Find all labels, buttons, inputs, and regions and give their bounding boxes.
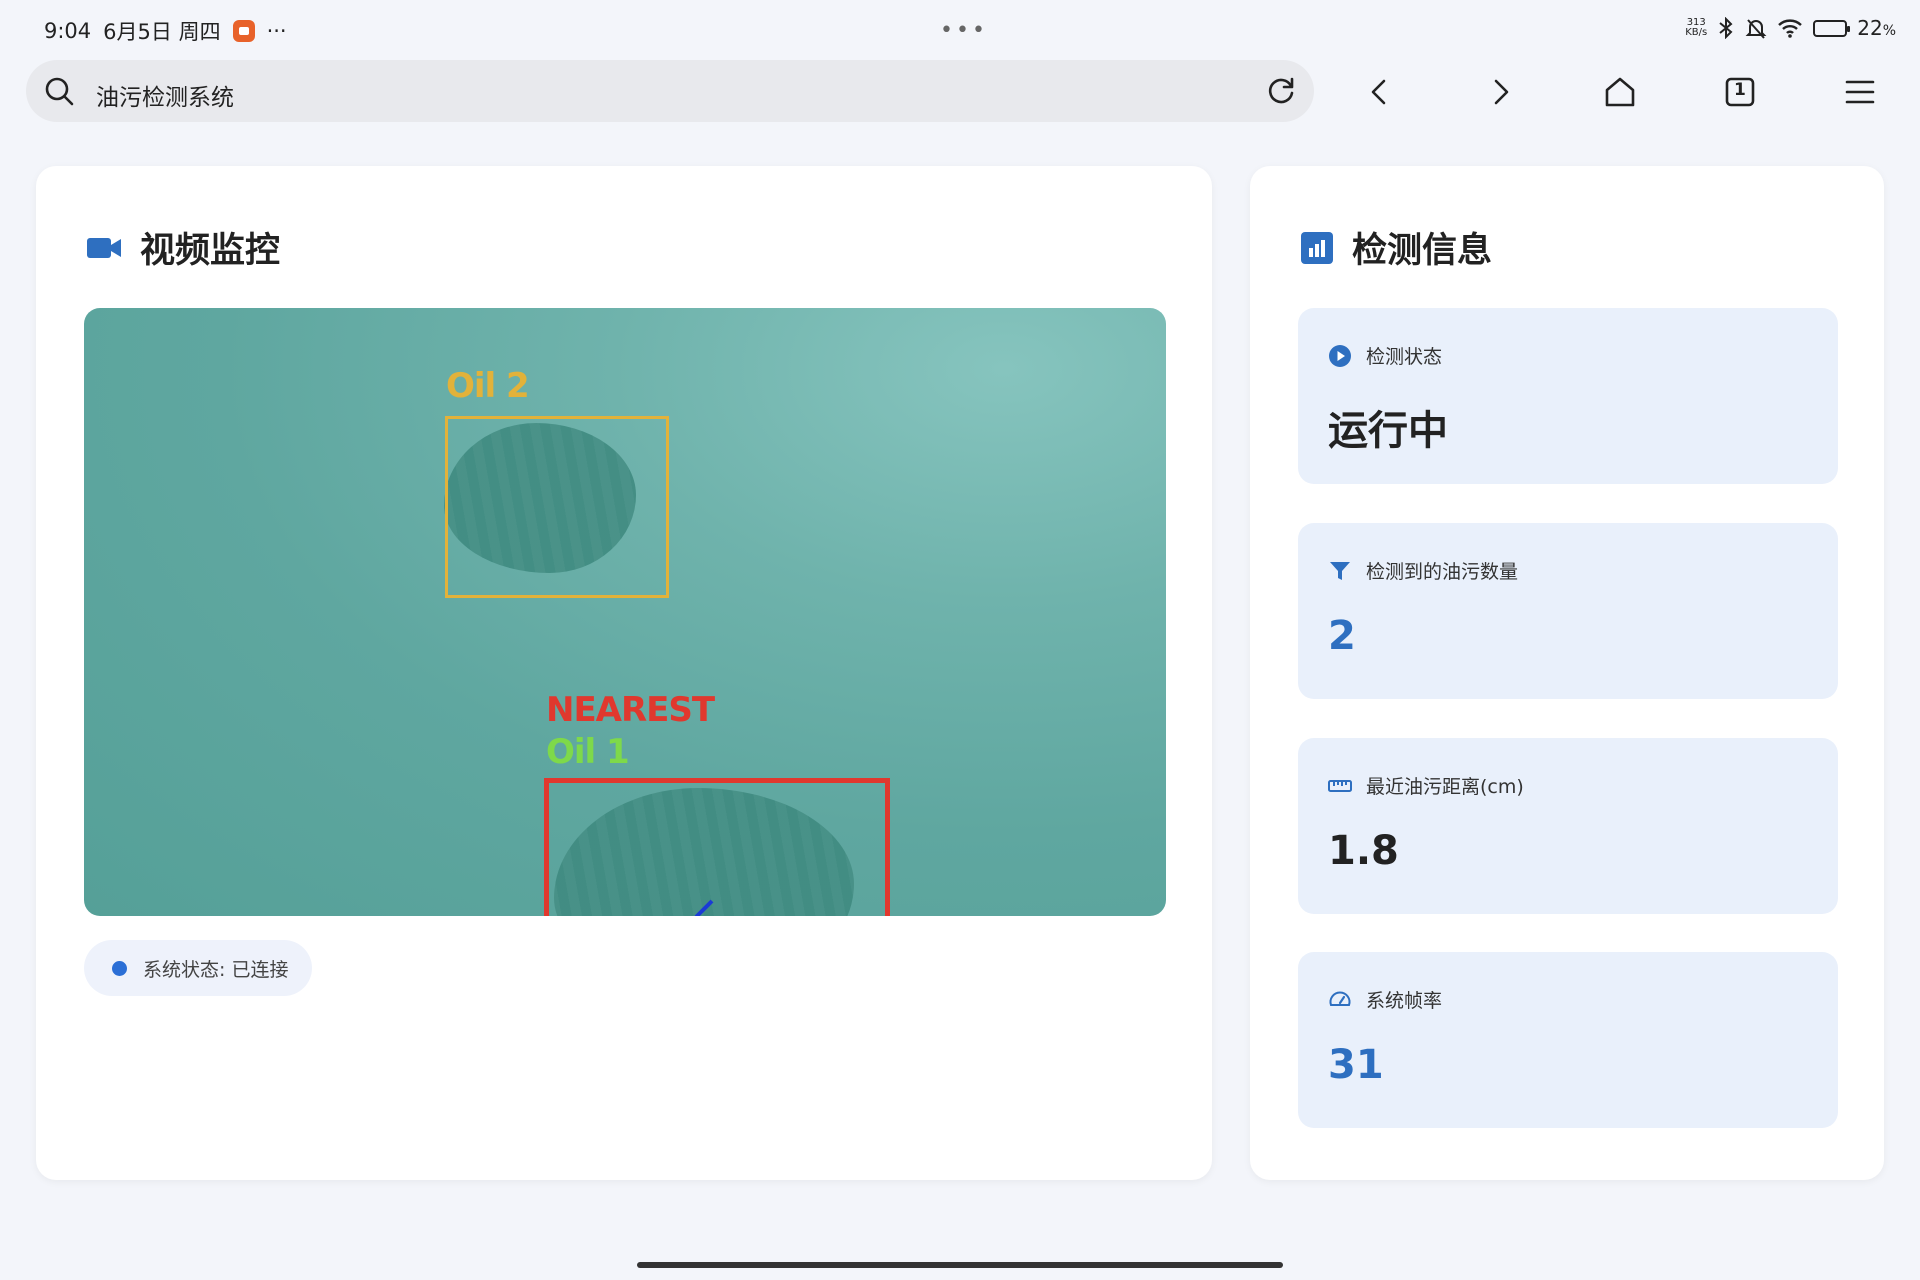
system-status-text: 系统状态: 已连接 — [143, 958, 289, 981]
distance-line — [694, 899, 714, 916]
detection-label-oil-2: Oil 2 — [446, 366, 530, 406]
clock: 9:04 — [44, 19, 92, 43]
detection-status-value: 运行中 — [1328, 408, 1448, 454]
recording-app-icon — [232, 20, 255, 42]
info-panel-header: 检测信息 — [1300, 222, 1492, 273]
ruler-icon — [1328, 779, 1352, 792]
card-oil-count: 检测到的油污数量 2 — [1298, 523, 1838, 699]
video-panel-title: 视频监控 — [140, 231, 281, 271]
play-circle-icon — [1329, 344, 1351, 367]
chevron-right-icon — [1494, 79, 1509, 105]
status-bar: 9:04 6月5日 周四 ··· ••• 313 KB/s 22% — [0, 0, 1920, 58]
bar-chart-icon — [1301, 231, 1333, 264]
card-label: 检测到的油污数量 — [1366, 561, 1519, 583]
video-panel: 视频监控 Oil 2 NEAREST Oil 1 系统状态: 已连接 — [36, 166, 1212, 1180]
card-label: 最近油污距离(cm) — [1366, 776, 1524, 798]
oil-count-value: 2 — [1328, 613, 1356, 659]
system-status-badge: 系统状态: 已连接 — [84, 940, 313, 996]
wifi-icon — [1778, 19, 1803, 38]
network-speed-unit: KB/s — [1685, 27, 1708, 38]
detection-label-oil-1: Oil 1 — [546, 732, 630, 772]
back-button[interactable] — [1360, 72, 1400, 112]
frame-rate-value: 31 — [1328, 1042, 1384, 1088]
date: 6月5日 周四 — [103, 20, 221, 44]
search-icon[interactable] — [42, 74, 76, 108]
card-detection-status-header: 检测状态 — [1328, 342, 1442, 369]
gauge-icon — [1329, 991, 1351, 1006]
card-frame-rate-header: 系统帧率 — [1328, 986, 1442, 1013]
video-camera-icon — [87, 237, 121, 258]
nearest-distance-value: 1.8 — [1328, 828, 1399, 874]
card-nearest-distance: 最近油污距离(cm) 1.8 — [1298, 738, 1838, 914]
battery-percent-value: 22 — [1857, 16, 1883, 40]
address-text[interactable]: 油污检测系统 — [96, 78, 234, 112]
window-handle-dots[interactable]: ••• — [940, 18, 988, 43]
card-oil-count-header: 检测到的油污数量 — [1328, 557, 1518, 584]
mute-bell-icon — [1745, 19, 1767, 39]
reload-icon[interactable] — [1264, 74, 1298, 108]
filter-icon — [1330, 561, 1350, 580]
home-indicator[interactable] — [637, 1262, 1283, 1268]
forward-button[interactable] — [1480, 72, 1520, 112]
card-label: 系统帧率 — [1366, 990, 1443, 1012]
battery-icon — [1813, 19, 1851, 37]
tab-count: 1 — [1734, 80, 1746, 100]
card-nearest-distance-header: 最近油污距离(cm) — [1328, 772, 1524, 799]
chevron-left-icon — [1371, 79, 1386, 105]
hamburger-menu-icon — [1845, 80, 1875, 104]
info-panel-title: 检测信息 — [1352, 231, 1493, 271]
video-feed[interactable]: Oil 2 NEAREST Oil 1 — [84, 308, 1166, 916]
home-button[interactable] — [1600, 72, 1640, 112]
status-bar-left: 9:04 6月5日 周四 ··· — [44, 16, 287, 46]
video-panel-header: 视频监控 — [86, 222, 280, 273]
card-label: 检测状态 — [1366, 346, 1443, 368]
more-notifications-icon: ··· — [266, 19, 287, 43]
network-speed: 313 KB/s — [1685, 18, 1707, 38]
bluetooth-icon — [1719, 17, 1733, 39]
battery-percent-unit: % — [1882, 23, 1896, 39]
card-frame-rate: 系统帧率 31 — [1298, 952, 1838, 1128]
info-panel: 检测信息 检测状态 运行中 检测到的油污数量 2 最近油污距离(cm) 1.8 … — [1250, 166, 1884, 1180]
status-bar-right: 313 KB/s 22% — [1685, 16, 1896, 40]
address-bar[interactable]: 油污检测系统 — [26, 60, 1314, 122]
card-detection-status: 检测状态 运行中 — [1298, 308, 1838, 484]
battery-percent: 22% — [1857, 16, 1896, 40]
status-dot-icon — [112, 960, 127, 976]
home-icon — [1605, 77, 1635, 107]
tabs-button[interactable]: 1 — [1720, 72, 1760, 112]
nearest-label: NEAREST — [546, 690, 715, 730]
menu-button[interactable] — [1840, 72, 1880, 112]
detection-box-oil-2 — [445, 416, 669, 598]
